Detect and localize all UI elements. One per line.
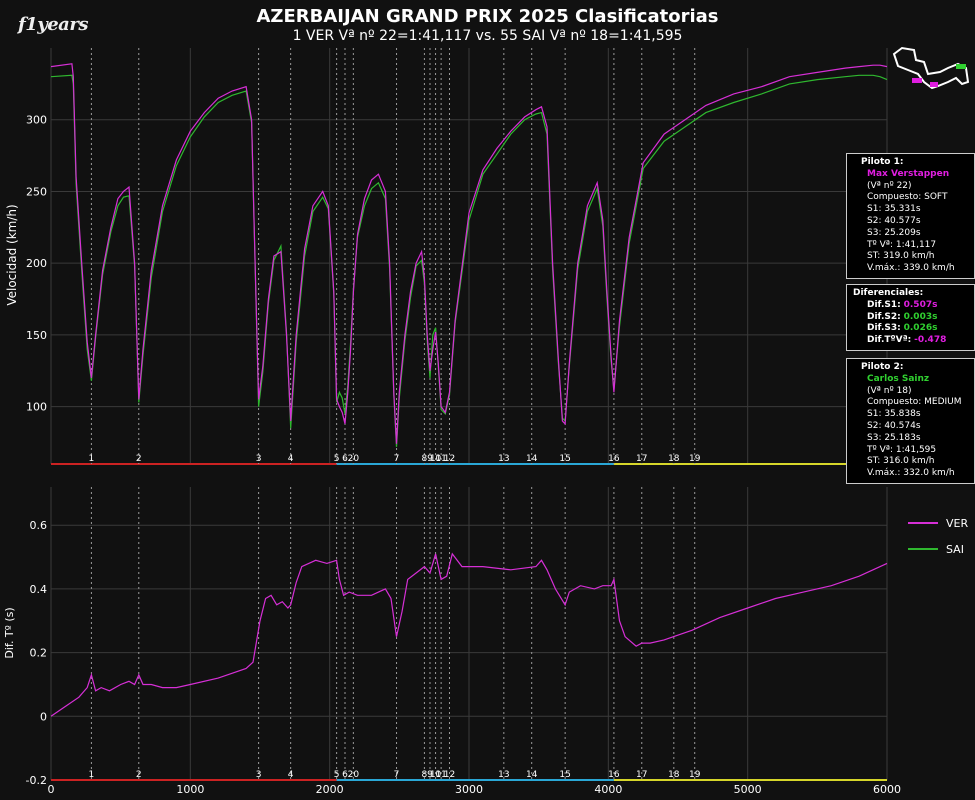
delta-corner-label: 16 bbox=[608, 770, 620, 780]
piloto2-box: Piloto 2: Carlos Sainz (Vª nº 18) Compue… bbox=[846, 358, 975, 484]
legend-label-ver: VER bbox=[946, 516, 969, 530]
piloto1-s1: S1: 35.331s bbox=[867, 204, 921, 215]
speed-corner-label: 15 bbox=[559, 454, 570, 464]
delta-x-tick-label: 4000 bbox=[594, 783, 622, 796]
piloto1-lap-time: Tº Vª: 1:41,117 bbox=[867, 239, 937, 250]
speed-corner-label: 20 bbox=[348, 454, 360, 464]
piloto1-header: Piloto 1: bbox=[861, 157, 904, 167]
speed-corner-label: 3 bbox=[256, 454, 262, 464]
piloto2-name: Carlos Sainz bbox=[867, 373, 930, 384]
piloto2-s2: S2: 40.574s bbox=[867, 420, 921, 431]
delta-y-tick-label: 0 bbox=[40, 710, 47, 723]
speed-corner-label: 1 bbox=[89, 454, 95, 464]
delta-y-tick-label: 0.2 bbox=[30, 647, 48, 660]
delta-corner-label: 12 bbox=[444, 770, 455, 780]
speed-y-tick-label: 250 bbox=[26, 185, 47, 198]
speed-corner-label: 18 bbox=[668, 454, 680, 464]
track-map-icon bbox=[892, 46, 970, 90]
piloto1-s3: S3: 25.209s bbox=[867, 227, 921, 238]
delta-y-tick-label: -0.2 bbox=[26, 774, 47, 787]
legend[interactable]: VER SAI bbox=[908, 510, 968, 562]
diferenciales-header: Diferenciales: bbox=[853, 288, 924, 298]
delta-corner-label: 17 bbox=[636, 770, 647, 780]
speed-corner-label: 14 bbox=[526, 454, 538, 464]
legend-item-ver[interactable]: VER bbox=[908, 510, 968, 536]
piloto1-lap: (Vª nº 22) bbox=[867, 180, 912, 191]
delta-x-tick-label: 3000 bbox=[455, 783, 483, 796]
dif-lap-label: Dif.TºVª: bbox=[867, 335, 912, 346]
speed-y-axis-label: Velocidad (km/h) bbox=[5, 204, 19, 305]
speed-corner-label: 12 bbox=[444, 454, 455, 464]
piloto2-s3: S3: 25.183s bbox=[867, 432, 921, 443]
piloto1-box: Piloto 1: Max Verstappen (Vª nº 22) Comp… bbox=[846, 153, 975, 279]
delta-y-tick-label: 0.4 bbox=[30, 583, 48, 596]
delta-corner-label: 3 bbox=[256, 770, 262, 780]
delta-x-tick-label: 2000 bbox=[316, 783, 344, 796]
dif-s3-value: 0.026s bbox=[903, 323, 938, 334]
delta-corner-label: 5 bbox=[334, 770, 340, 780]
speed-corner-label: 5 bbox=[334, 454, 340, 464]
delta-x-tick-label: 5000 bbox=[734, 783, 762, 796]
delta-x-tick-label: 6000 bbox=[873, 783, 901, 796]
speed-y-tick-label: 100 bbox=[26, 401, 47, 414]
legend-item-sai[interactable]: SAI bbox=[908, 536, 968, 562]
delta-corner-label: 19 bbox=[689, 770, 701, 780]
piloto2-s1: S1: 35.838s bbox=[867, 409, 921, 420]
speed-y-tick-label: 150 bbox=[26, 329, 47, 342]
piloto2-compound: Compuesto: MEDIUM bbox=[867, 397, 962, 408]
legend-swatch-ver bbox=[908, 522, 938, 524]
piloto2-st: ST: 316.0 km/h bbox=[867, 456, 935, 467]
dif-s2-value: 0.003s bbox=[903, 311, 938, 322]
delta-y-axis-label: Dif. Tº (s) bbox=[3, 607, 16, 658]
delta-corner-label: 2 bbox=[136, 770, 142, 780]
speed-y-tick-label: 200 bbox=[26, 257, 47, 270]
speed-plot: 1001502002503001 2 3 4 5 6 20 7 8 9101112 13 14 15 16… bbox=[26, 48, 888, 465]
diferenciales-box: Diferenciales: Dif.S1: 0.507s Dif.S2: 0.… bbox=[846, 284, 975, 351]
telemetry-chart: 1001502002503001 2 3 4 5 6 20 7 8 9101112 13 14 15 16… bbox=[3, 48, 901, 796]
dif-s1-label: Dif.S1: bbox=[867, 299, 901, 310]
delta-corner-label: 1 bbox=[89, 770, 95, 780]
piloto2-lap-time: Tº Vª: 1:41,595 bbox=[867, 444, 937, 455]
piloto1-st: ST: 319.0 km/h bbox=[867, 251, 935, 262]
legend-swatch-sai bbox=[908, 548, 938, 550]
speed-corner-label: 16 bbox=[608, 454, 620, 464]
delta-x-tick-label: 1000 bbox=[176, 783, 204, 796]
piloto1-name: Max Verstappen bbox=[867, 168, 950, 179]
dif-s2-label: Dif.S2: bbox=[867, 311, 901, 322]
dif-lap-value: -0.478 bbox=[914, 335, 947, 346]
piloto2-vmax: V.máx.: 332.0 km/h bbox=[867, 468, 955, 479]
piloto2-lap: (Vª nº 18) bbox=[867, 385, 912, 396]
delta-corner-label: 13 bbox=[498, 770, 509, 780]
delta-corner-label: 4 bbox=[288, 770, 294, 780]
speed-corner-label: 2 bbox=[136, 454, 142, 464]
piloto1-s2: S2: 40.577s bbox=[867, 215, 921, 226]
delta-corner-label: 20 bbox=[348, 770, 360, 780]
dif-s3-label: Dif.S3: bbox=[867, 323, 901, 334]
delta-corner-label: 7 bbox=[394, 770, 400, 780]
delta-corner-label: 15 bbox=[559, 770, 570, 780]
speed-corner-label: 13 bbox=[498, 454, 509, 464]
speed-corner-label: 19 bbox=[689, 454, 701, 464]
delta-y-tick-label: 0.6 bbox=[30, 519, 48, 532]
speed-corner-label: 4 bbox=[288, 454, 294, 464]
delta-x-tick-label: 0 bbox=[48, 783, 55, 796]
piloto1-compound: Compuesto: SOFT bbox=[867, 192, 948, 203]
delta-corner-label: 14 bbox=[526, 770, 538, 780]
delta-corner-label: 18 bbox=[668, 770, 680, 780]
piloto2-header: Piloto 2: bbox=[861, 362, 904, 372]
delta-plot: -0.200.20.40.61 2 3 4 5 6 20 7 8 9101112 13 14 15 16 1… bbox=[26, 487, 901, 796]
legend-label-sai: SAI bbox=[946, 542, 964, 556]
dif-s1-value: 0.507s bbox=[903, 299, 938, 310]
speed-corner-label: 7 bbox=[394, 454, 400, 464]
speed-corner-label: 17 bbox=[636, 454, 647, 464]
piloto1-vmax: V.máx.: 339.0 km/h bbox=[867, 263, 955, 274]
speed-y-tick-label: 300 bbox=[26, 114, 47, 127]
